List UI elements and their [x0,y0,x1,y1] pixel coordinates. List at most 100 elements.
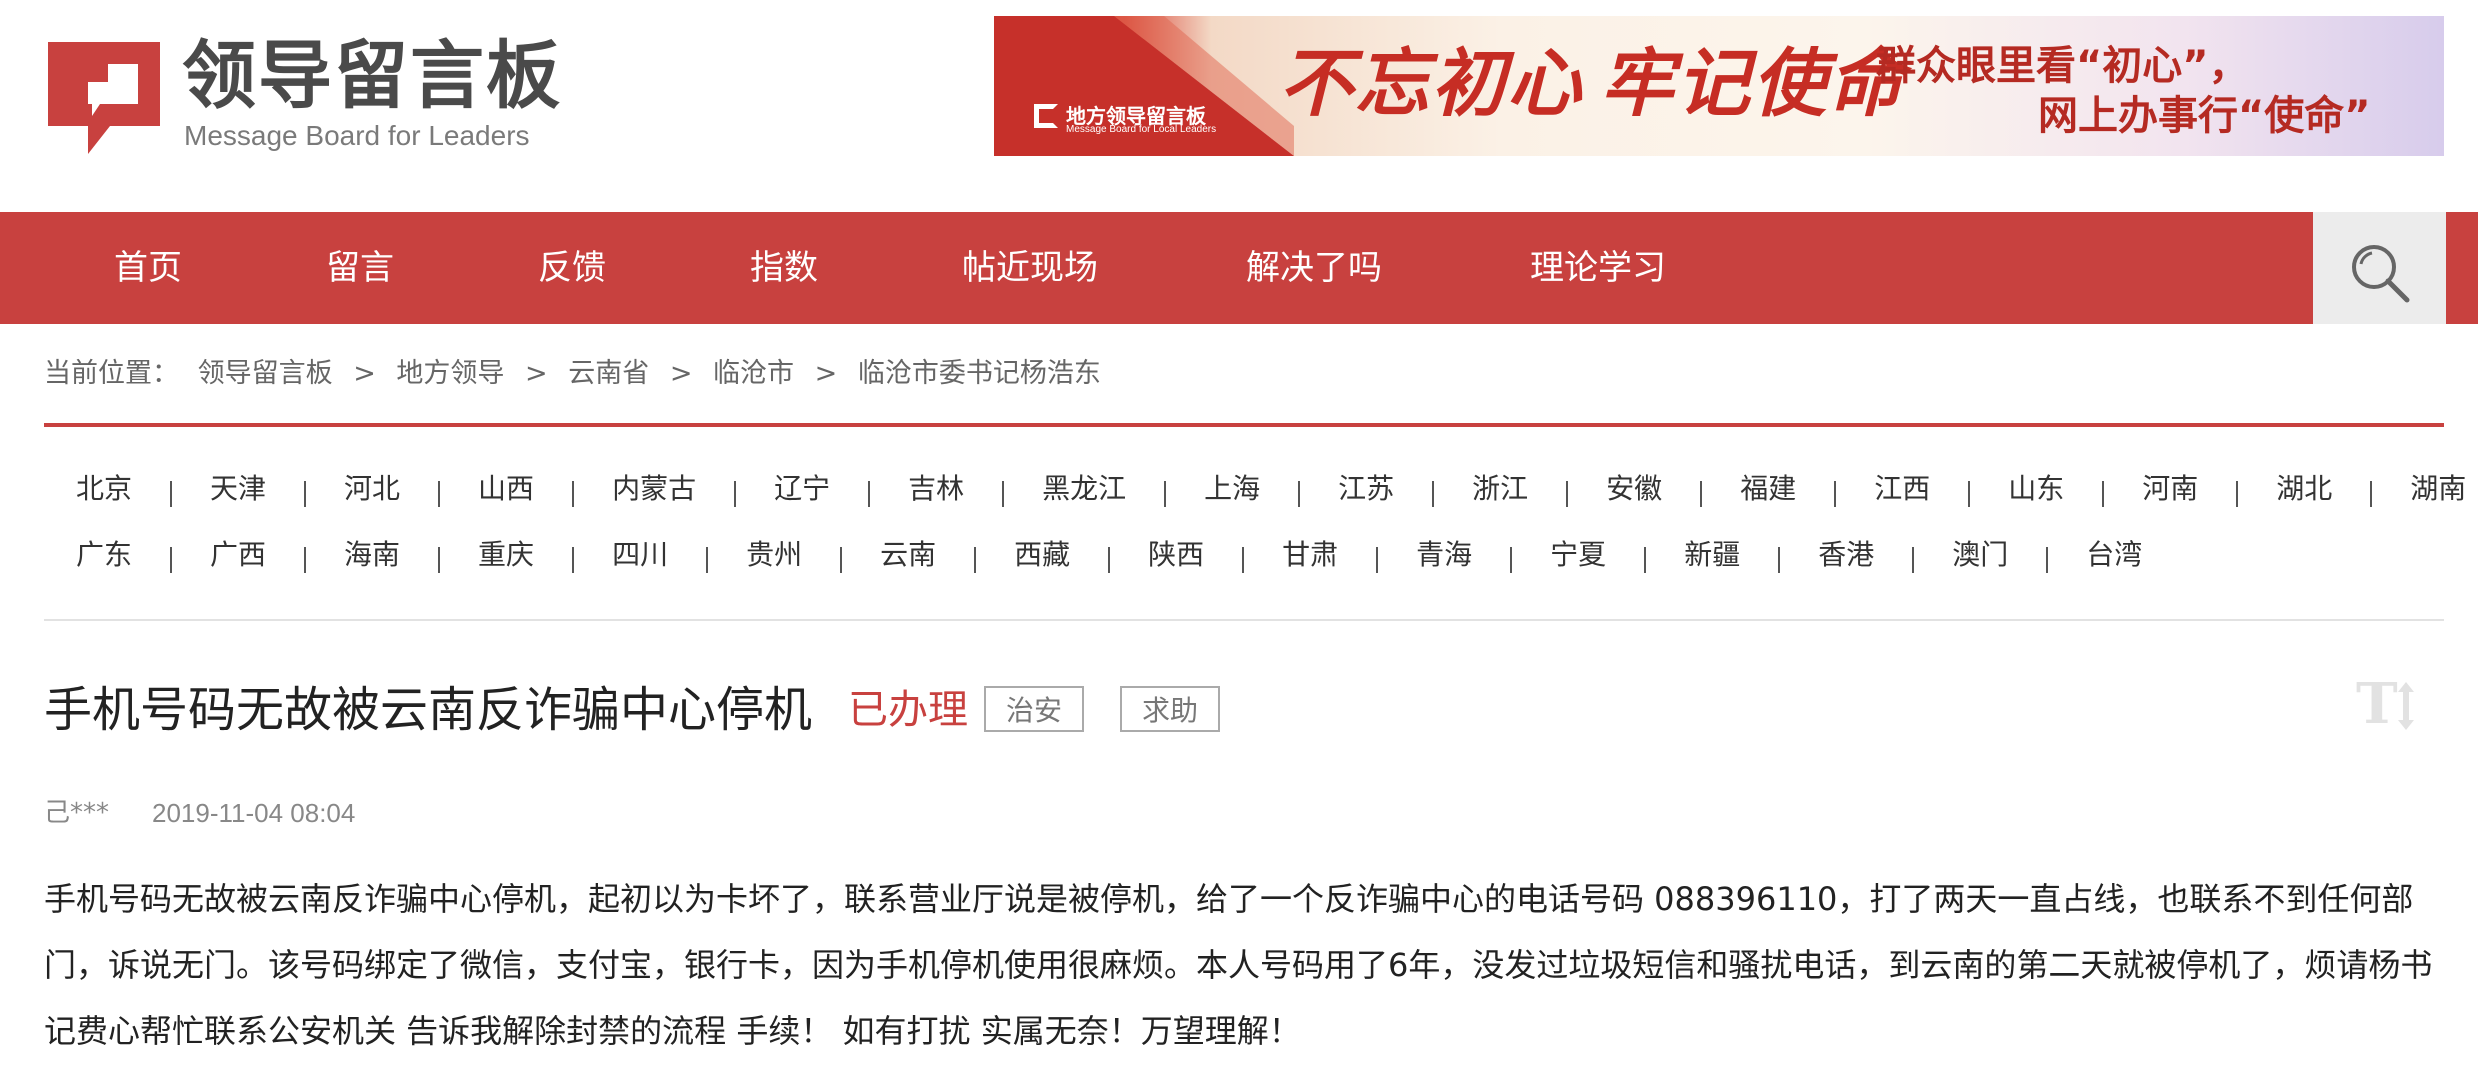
search-button[interactable] [2313,212,2446,324]
site-header: 领导留言板 Message Board for Leaders 地方领导留言板 … [0,0,2478,212]
region-link[interactable]: 北京 [76,464,132,514]
region-separator [1242,546,1245,573]
main-nav: 首页 留言 反馈 指数 帖近现场 解决了吗 理论学习 [0,212,2478,324]
region-link[interactable]: 河北 [344,464,400,514]
region-separator [1912,546,1915,573]
region-separator [1164,480,1167,507]
nav-theory-study[interactable]: 理论学习 [1530,212,1666,324]
banner-line-2: 网上办事行“使命” [2038,93,2371,139]
region-separator [1376,546,1379,573]
breadcrumb-item[interactable]: 临沧市 [713,352,794,396]
font-size-toggle-icon: T [2356,671,2398,737]
post-title: 手机号码无故被云南反诈骗中心停机 [44,682,813,738]
region-link[interactable]: 广东 [76,530,132,580]
banner-slogan-part2: 牢记使命 [1600,41,1904,127]
region-link[interactable]: 贵州 [746,530,802,580]
region-link[interactable]: 上海 [1204,464,1260,514]
breadcrumb-item[interactable]: 领导留言板 [198,352,333,396]
region-link[interactable]: 甘肃 [1282,530,1338,580]
region-link[interactable]: 黑龙江 [1042,464,1126,514]
region-separator [304,546,307,573]
region-link[interactable]: 江西 [1874,464,1930,514]
breadcrumb-item[interactable]: 云南省 [568,352,649,396]
region-link[interactable]: 天津 [210,464,266,514]
region-link[interactable]: 四川 [612,530,668,580]
font-size-toggle-button[interactable]: T [2356,676,2420,732]
post-body-line: 记费心帮忙联系公安机关 告诉我解除封禁的流程 手续！ 如有打扰 实属无奈！万望理… [44,1012,1301,1050]
region-link[interactable]: 青海 [1416,530,1472,580]
post-body: 手机号码无故被云南反诈骗中心停机，起初以为卡坏了，联系营业厅说是被停机，给了一个… [44,866,2444,1064]
region-link[interactable]: 云南 [880,530,936,580]
region-link[interactable]: 澳门 [1952,530,2008,580]
search-icon [2352,245,2410,303]
region-link[interactable]: 山西 [478,464,534,514]
region-separator [868,480,871,507]
logo-mark-icon [48,42,160,154]
region-link[interactable]: 辽宁 [774,464,830,514]
site-logo[interactable]: 领导留言板 Message Board for Leaders [48,34,588,154]
promo-banner[interactable]: 地方领导留言板 Message Board for Local Leaders … [994,16,2444,156]
region-link[interactable]: 陕西 [1148,530,1204,580]
region-separator [1644,546,1647,573]
banner-line-1: 群众眼里看“初心”， [1876,43,2249,89]
breadcrumb: 当前位置： 领导留言板 > 地方领导 > 云南省 > 临沧市 > 临沧市委书记杨… [44,352,1101,396]
region-separator [438,546,441,573]
post-tag[interactable]: 求助 [1120,686,1220,732]
region-link[interactable]: 内蒙古 [612,464,696,514]
breadcrumb-item-current[interactable]: 临沧市委书记杨浩东 [858,352,1101,396]
region-link[interactable]: 山东 [2008,464,2064,514]
post-status-badge: 已办理 [848,687,968,733]
site-name: 领导留言板 [182,33,562,119]
nav-on-site[interactable]: 帖近现场 [962,212,1098,324]
region-separator [304,480,307,507]
site-name-english: Message Board for Leaders [184,120,530,151]
region-link[interactable]: 西藏 [1014,530,1070,580]
region-link[interactable]: 河南 [2142,464,2198,514]
region-separator [734,480,737,507]
breadcrumb-divider [44,423,2444,427]
breadcrumb-separator: > [814,358,838,389]
region-link[interactable]: 江苏 [1338,464,1394,514]
banner-slogan-part1: 不忘初心 [1279,41,1583,127]
post-body-line: 门，诉说无门。该号码绑定了微信，支付宝，银行卡，因为手机停机使用很麻烦。本人号码… [44,946,2433,984]
region-link[interactable]: 浙江 [1472,464,1528,514]
region-link[interactable]: 海南 [344,530,400,580]
region-separator [2236,480,2239,507]
region-link[interactable]: 湖南 [2410,464,2466,514]
banner-red-wedge [994,16,1294,156]
nav-home[interactable]: 首页 [114,212,182,324]
region-link[interactable]: 香港 [1818,530,1874,580]
region-separator [1002,480,1005,507]
region-separator [438,480,441,507]
post-tag[interactable]: 治安 [984,686,1084,732]
nav-resolved[interactable]: 解决了吗 [1246,212,1382,324]
region-separator [1108,546,1111,573]
nav-index[interactable]: 指数 [750,212,818,324]
region-row-2: 广东 广西 海南 重庆 四川 贵州 云南 西藏 陕西 甘肃 青海 宁夏 新疆 香港 澳门 台湾 [44,530,2142,580]
region-separator [1700,480,1703,507]
region-separator [2102,480,2105,507]
region-link[interactable]: 宁夏 [1550,530,1606,580]
region-separator [2046,546,2049,573]
region-separator [1298,480,1301,507]
banner-logo-icon [1034,104,1058,128]
region-link[interactable]: 台湾 [2086,530,2142,580]
breadcrumb-separator: > [525,358,548,389]
region-link[interactable]: 吉林 [908,464,964,514]
nav-messages[interactable]: 留言 [326,212,394,324]
breadcrumb-item[interactable]: 地方领导 [396,352,504,396]
region-link[interactable]: 湖北 [2276,464,2332,514]
region-link[interactable]: 安徽 [1606,464,1662,514]
nav-feedback[interactable]: 反馈 [538,212,606,324]
breadcrumb-separator: > [669,358,693,389]
region-link[interactable]: 广西 [210,530,266,580]
region-link[interactable]: 重庆 [478,530,534,580]
post-body-line: 手机号码无故被云南反诈骗中心停机，起初以为卡坏了，联系营业厅说是被停机，给了一个… [44,880,2414,918]
resize-arrows-icon [2398,682,2414,730]
region-separator [1510,546,1513,573]
region-link[interactable]: 福建 [1740,464,1796,514]
region-link[interactable]: 新疆 [1684,530,1740,580]
region-separator [1834,480,1837,507]
breadcrumb-separator: > [353,358,376,389]
region-separator [706,546,709,573]
